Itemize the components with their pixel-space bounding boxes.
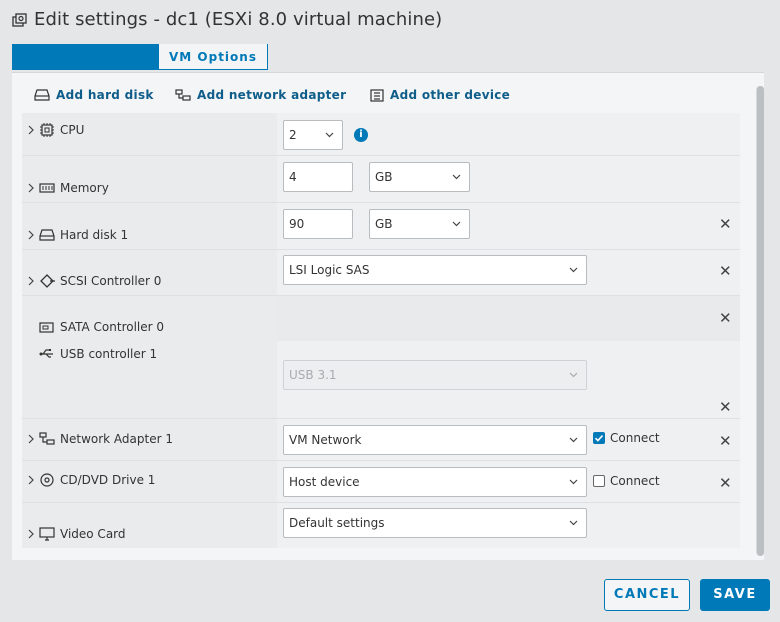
chevron-down-icon xyxy=(569,437,578,443)
cancel-button[interactable]: CANCEL xyxy=(604,579,690,611)
add-hard-disk-button[interactable]: Add hard disk xyxy=(34,88,154,102)
add-other-device-label: Add other device xyxy=(390,88,511,102)
checkbox-empty-icon xyxy=(593,475,605,487)
usb-controller-type-value: USB 3.1 xyxy=(289,368,337,382)
device-row-usb-controller: USB controller 1 USB 3.1 ✕ xyxy=(22,341,740,419)
memory-label: Memory xyxy=(60,181,109,195)
cd-dvd-icon xyxy=(40,473,54,487)
chevron-down-icon xyxy=(452,174,461,180)
device-row-cpu: CPU 2 i xyxy=(22,113,740,156)
add-network-adapter-label: Add network adapter xyxy=(197,88,347,102)
usb-icon xyxy=(39,349,53,358)
device-row-memory: Memory 4 GB xyxy=(22,156,740,203)
memory-unit-select[interactable]: GB xyxy=(369,162,470,192)
device-row-scsi-controller: SCSI Controller 0 LSI Logic SAS ✕ xyxy=(22,250,740,296)
network-adapter-icon xyxy=(175,89,191,101)
chevron-down-icon xyxy=(569,372,578,378)
sata-controller-icon xyxy=(39,322,54,333)
dialog-title-bar: Edit settings - dc1 (ESXi 8.0 virtual ma… xyxy=(0,0,780,44)
video-card-label: Video Card xyxy=(60,527,126,541)
remove-hard-disk-close-icon[interactable]: ✕ xyxy=(719,215,733,233)
hard-disk-icon xyxy=(34,89,50,101)
remove-network-adapter-close-icon[interactable]: ✕ xyxy=(719,432,733,450)
cpu-count-select[interactable]: 2 xyxy=(283,120,343,150)
vm-edit-icon xyxy=(12,13,27,27)
cpu-icon xyxy=(40,123,54,137)
memory-size-input[interactable]: 4 xyxy=(283,162,353,192)
chevron-down-icon xyxy=(569,267,578,273)
monitor-icon xyxy=(39,527,55,541)
chevron-down-icon xyxy=(325,132,334,138)
scsi-controller-type-select[interactable]: LSI Logic SAS xyxy=(283,255,587,285)
memory-size-value: 4 xyxy=(289,170,297,184)
chevron-right-icon[interactable] xyxy=(26,183,36,193)
hard-disk-label: Hard disk 1 xyxy=(60,228,129,242)
chevron-right-icon[interactable] xyxy=(26,276,36,286)
add-other-device-button[interactable]: Add other device xyxy=(370,88,510,102)
network-value: VM Network xyxy=(289,433,362,447)
cpu-label: CPU xyxy=(60,123,85,137)
cd-dvd-connect-label: Connect xyxy=(610,474,660,488)
tab-vm-options[interactable]: VM Options xyxy=(159,44,268,70)
device-row-video-card: Video Card Default settings xyxy=(22,503,740,548)
memory-unit-value: GB xyxy=(375,170,393,184)
cd-dvd-label: CD/DVD Drive 1 xyxy=(60,473,156,487)
remove-scsi-controller-close-icon[interactable]: ✕ xyxy=(719,262,733,280)
cd-dvd-connect-checkbox[interactable]: Connect xyxy=(593,474,660,488)
scsi-controller-type-value: LSI Logic SAS xyxy=(289,263,370,277)
add-hard-disk-label: Add hard disk xyxy=(56,88,154,102)
chevron-right-icon[interactable] xyxy=(26,230,36,240)
remove-usb-controller-close-icon[interactable]: ✕ xyxy=(719,398,733,416)
chevron-right-icon[interactable] xyxy=(26,529,36,539)
network-adapter-icon xyxy=(39,432,55,445)
hard-disk-size-value: 90 xyxy=(289,217,305,231)
dialog-title: Edit settings - dc1 (ESXi 8.0 virtual ma… xyxy=(34,9,443,30)
hard-disk-unit-value: GB xyxy=(375,217,393,231)
scsi-controller-label: SCSI Controller 0 xyxy=(60,274,162,288)
device-row-cd-dvd-drive: CD/DVD Drive 1 Host device Connect ✕ xyxy=(22,461,740,503)
device-row-network-adapter: Network Adapter 1 VM Network Connect ✕ xyxy=(22,419,740,461)
hard-disk-unit-select[interactable]: GB xyxy=(369,209,470,239)
add-network-adapter-button[interactable]: Add network adapter xyxy=(175,88,346,102)
network-adapter-label: Network Adapter 1 xyxy=(60,432,173,446)
cd-dvd-source-select[interactable]: Host device xyxy=(283,467,587,497)
cpu-count-value: 2 xyxy=(289,128,297,142)
sata-controller-label: SATA Controller 0 xyxy=(60,320,165,334)
device-row-hard-disk: Hard disk 1 90 GB ✕ xyxy=(22,203,740,250)
chevron-right-icon[interactable] xyxy=(26,434,36,444)
device-row-sata-controller: SATA Controller 0 ✕ xyxy=(22,296,740,341)
video-card-settings-select[interactable]: Default settings xyxy=(283,508,587,538)
info-icon[interactable]: i xyxy=(354,128,368,142)
hard-disk-size-input[interactable]: 90 xyxy=(283,209,353,239)
checkbox-checked-icon xyxy=(593,432,605,444)
usb-controller-type-select: USB 3.1 xyxy=(283,360,587,390)
chevron-down-icon xyxy=(452,221,461,227)
scrollbar-thumb[interactable] xyxy=(757,86,764,556)
save-button[interactable]: SAVE xyxy=(700,579,770,611)
video-card-settings-value: Default settings xyxy=(289,516,385,530)
device-icon xyxy=(370,88,384,102)
network-select[interactable]: VM Network xyxy=(283,425,587,455)
hard-disk-icon xyxy=(39,229,55,241)
cd-dvd-source-value: Host device xyxy=(289,475,360,489)
chevron-down-icon xyxy=(569,520,578,526)
scsi-controller-icon xyxy=(40,274,55,288)
memory-icon xyxy=(39,183,55,193)
chevron-down-icon xyxy=(569,479,578,485)
remove-cd-dvd-close-icon[interactable]: ✕ xyxy=(719,474,733,492)
usb-controller-label: USB controller 1 xyxy=(60,347,158,361)
network-connect-checkbox[interactable]: Connect xyxy=(593,431,660,445)
tab-virtual-hardware[interactable]: Virtual Hardware xyxy=(12,44,159,70)
network-connect-label: Connect xyxy=(610,431,660,445)
chevron-right-icon[interactable] xyxy=(26,475,36,485)
chevron-right-icon[interactable] xyxy=(26,125,36,135)
remove-sata-controller-close-icon[interactable]: ✕ xyxy=(719,309,733,327)
